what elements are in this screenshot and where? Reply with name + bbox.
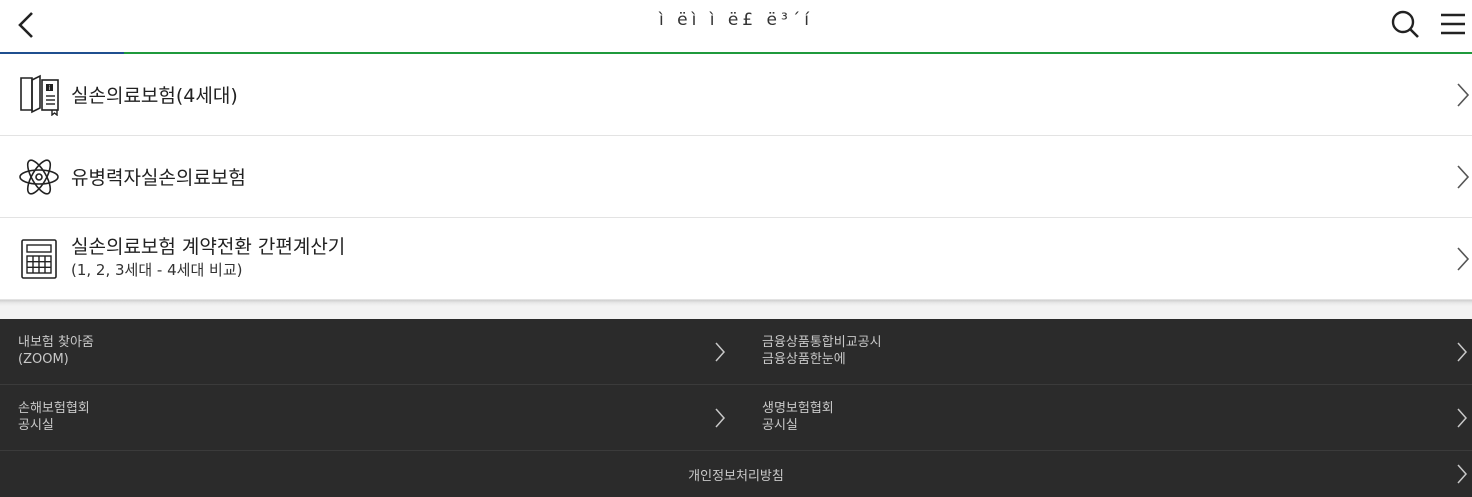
page-title: ì ëì ì ë£ ë³´í — [658, 10, 813, 30]
footer-link-line: 생명보험협회 — [762, 401, 834, 416]
section-divider — [0, 300, 1472, 319]
footer-link-compare-disclosure[interactable]: 금융상품통합비교공시 금융상품한눈에 — [744, 319, 1472, 385]
footer-link-life-association[interactable]: 생명보험협회 공시실 — [744, 385, 1472, 451]
footer-link-line: 금융상품통합비교공시 — [762, 335, 882, 350]
list-item-silson-4th-gen[interactable]: i 실손의료보험(4세대) — [0, 54, 1472, 136]
footer-link-zoom[interactable]: 내보험 찾아줌 (ZOOM) — [0, 319, 744, 385]
footer-link-label: 내보험 찾아줌 (ZOOM) — [18, 334, 94, 368]
chevron-right-icon — [1457, 408, 1468, 428]
footer-link-line: 공시실 — [762, 418, 798, 433]
hamburger-menu-icon — [1441, 13, 1465, 35]
search-icon — [1391, 10, 1419, 38]
footer-link-line: 공시실 — [18, 418, 54, 433]
footer-link-label: 금융상품통합비교공시 금융상품한눈에 — [762, 334, 882, 368]
top-app-bar: ì ëì ì ë£ ë³´í — [0, 0, 1472, 52]
footer-row: 내보험 찾아줌 (ZOOM) 금융상품통합비교공시 금융상품한눈에 — [0, 319, 1472, 385]
footer: 내보험 찾아줌 (ZOOM) 금융상품통합비교공시 금융상품한눈에 손해보험협회… — [0, 319, 1472, 497]
list-item-conversion-calculator[interactable]: 실손의료보험 계약전환 간편계산기 (1, 2, 3세대 - 4세대 비교) — [0, 218, 1472, 300]
list-item-sublabel: (1, 2, 3세대 - 4세대 비교) — [71, 261, 243, 279]
chevron-right-icon — [715, 408, 726, 428]
list-item-pre-existing-silson[interactable]: 유병력자실손의료보험 — [0, 136, 1472, 218]
footer-link-nonlife-association[interactable]: 손해보험협회 공시실 — [0, 385, 744, 451]
chevron-right-icon — [715, 342, 726, 362]
chevron-right-icon — [1457, 165, 1470, 189]
chevron-right-icon — [1457, 464, 1468, 484]
footer-link-line: (ZOOM) — [18, 352, 69, 367]
insurance-menu-list: i 실손의료보험(4세대) 유병력자실손의료보험 실손의료보험 계약전환 간편계… — [0, 54, 1472, 300]
menu-button[interactable] — [1436, 8, 1470, 40]
footer-link-privacy-policy[interactable]: 개인정보처리방침 — [0, 451, 1472, 497]
footer-link-line: 금융상품한눈에 — [762, 352, 846, 367]
footer-link-label: 생명보험협회 공시실 — [762, 400, 834, 434]
atom-icon — [19, 159, 59, 195]
chevron-right-icon — [1457, 83, 1470, 107]
search-button[interactable] — [1388, 8, 1422, 40]
list-item-label: 실손의료보험 계약전환 간편계산기 (1, 2, 3세대 - 4세대 비교) — [71, 235, 345, 280]
footer-link-label: 손해보험협회 공시실 — [18, 400, 90, 434]
privacy-policy-label: 개인정보처리방침 — [688, 469, 784, 484]
list-item-label: 유병력자실손의료보험 — [71, 167, 246, 189]
footer-link-line: 내보험 찾아줌 — [18, 335, 94, 350]
calculator-icon — [21, 239, 57, 279]
chevron-right-icon — [1457, 342, 1468, 362]
list-item-title: 실손의료보험 계약전환 간편계산기 — [71, 236, 346, 258]
booklet-info-icon: i — [20, 74, 59, 116]
footer-row: 손해보험협회 공시실 생명보험협회 공시실 — [0, 385, 1472, 451]
chevron-right-icon — [1457, 247, 1470, 271]
footer-link-line: 손해보험협회 — [18, 401, 90, 416]
list-item-label: 실손의료보험(4세대) — [71, 85, 238, 107]
